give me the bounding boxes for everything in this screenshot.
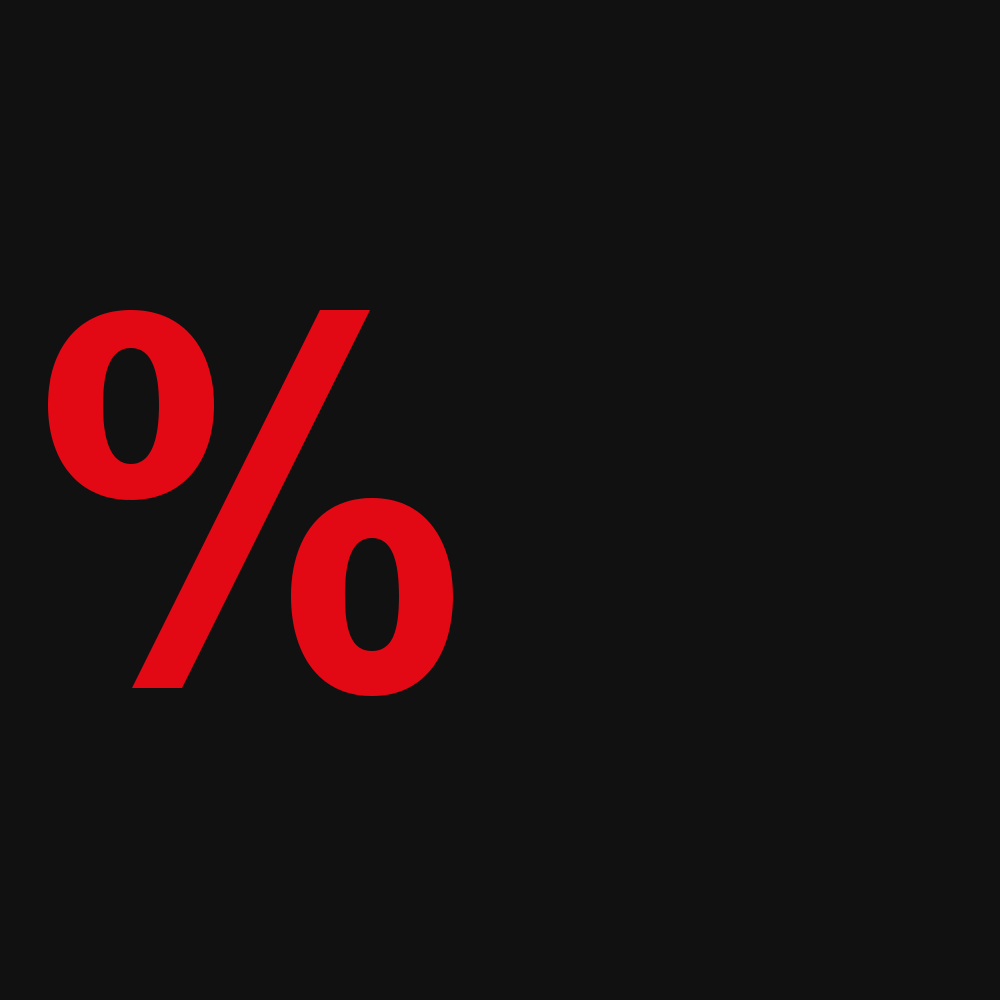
percent-symbol: % — [48, 310, 453, 696]
upper-zero-shape — [48, 310, 214, 500]
canvas: % — [0, 0, 1000, 1000]
lower-zero-shape — [291, 498, 453, 696]
